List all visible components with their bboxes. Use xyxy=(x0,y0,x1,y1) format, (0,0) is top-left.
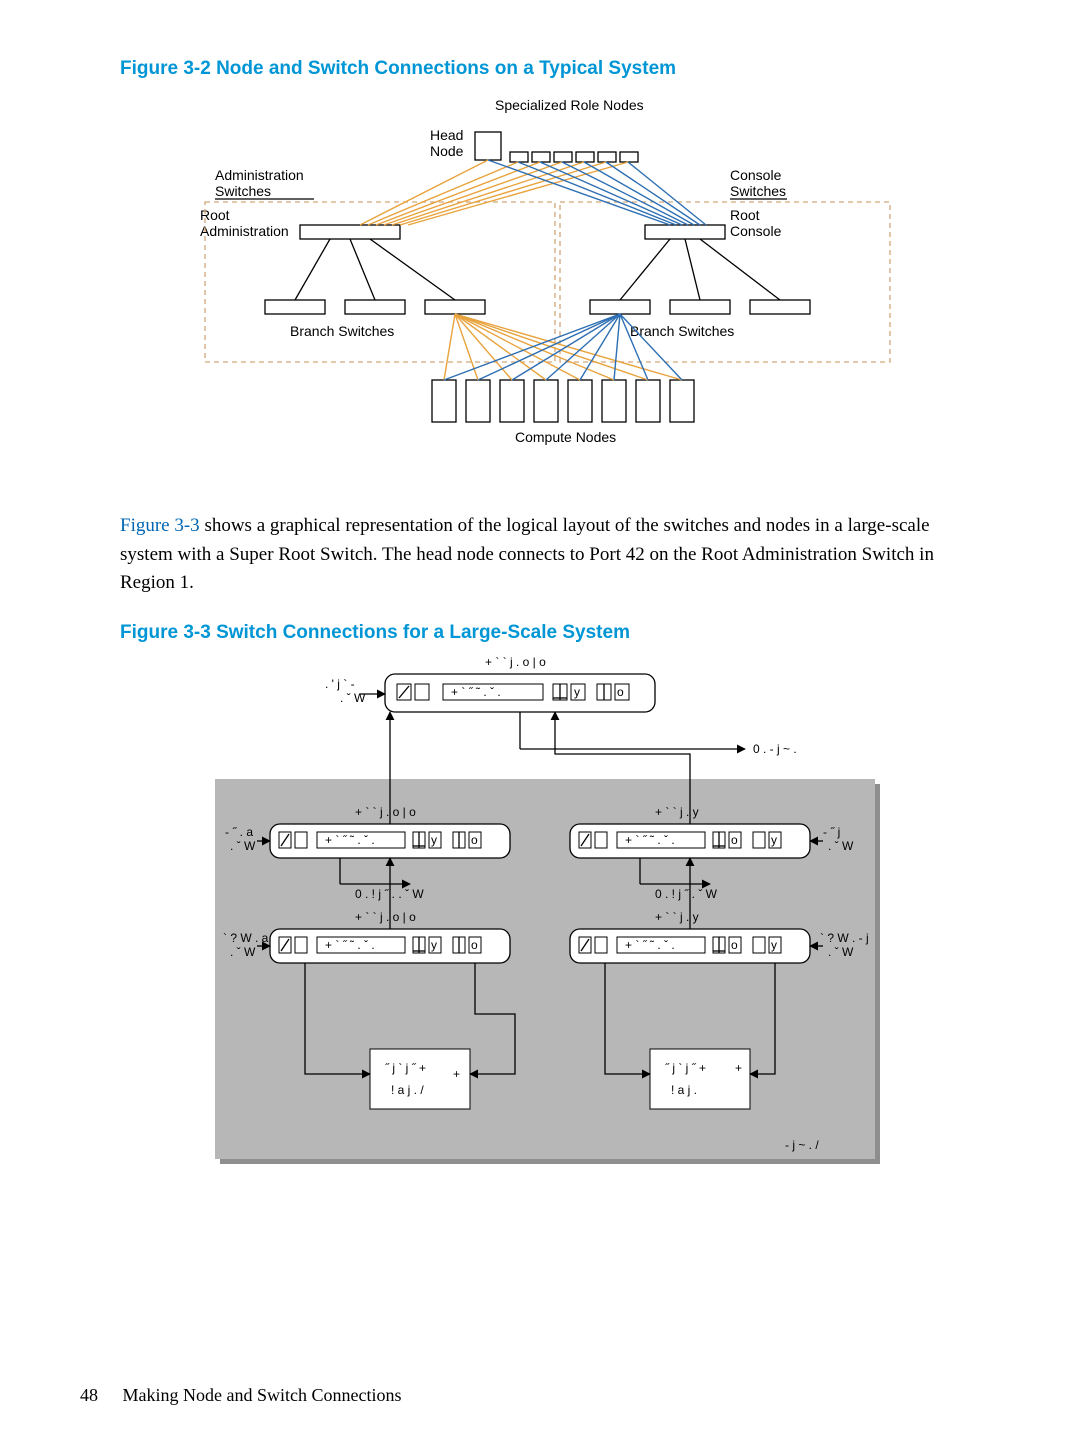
root-console-switch xyxy=(645,225,725,239)
svg-text:0 . ! j ˝ . ˇ W: 0 . ! j ˝ . ˇ W xyxy=(655,887,718,901)
label-admin-switches-2: Switches xyxy=(215,183,271,199)
svg-text:y: y xyxy=(431,833,437,847)
svg-text:+ ` ` j . y: + ` ` j . y xyxy=(655,805,699,819)
label-root-admin-2: Administration xyxy=(200,223,289,239)
svg-text:! a j . /: ! a j . / xyxy=(391,1083,424,1097)
svg-text:y: y xyxy=(771,833,777,847)
body-paragraph-text: shows a graphical representation of the … xyxy=(120,515,934,593)
svg-text:. ˇ W: . ˇ W xyxy=(340,691,366,705)
label-root-console-2: Console xyxy=(730,223,782,239)
svg-text:+ ` ` j . y: + ` ` j . y xyxy=(655,910,699,924)
svg-text:0 . - j ~ .: 0 . - j ~ . xyxy=(753,742,797,756)
svg-text:- j ~ . /: - j ~ . / xyxy=(785,1138,819,1152)
figure-3-3-diagram: .g-outer{fill:#b7b7b7;stroke:none} .g-sh… xyxy=(120,654,960,1184)
label-root-console-1: Root xyxy=(730,207,760,223)
footer-section-title: Making Node and Switch Connections xyxy=(123,1385,402,1405)
svg-text:+ ` ` j . o | o: + ` ` j . o | o xyxy=(485,655,546,669)
svg-text:. ˇ W: . ˇ W xyxy=(828,839,854,853)
label-console-switches-2: Switches xyxy=(730,183,786,199)
svg-text:o: o xyxy=(617,685,624,699)
svg-text:+ ` ` j . o | o: + ` ` j . o | o xyxy=(355,805,416,819)
svg-text:+ ` ˝ ˜ . ˇ .: + ` ˝ ˜ . ˇ . xyxy=(325,938,375,952)
svg-text:` ? W . - j: ` ? W . - j xyxy=(820,931,869,945)
page-number: 48 xyxy=(80,1385,118,1406)
svg-text:- ˝ j: - ˝ j xyxy=(823,825,840,839)
node-group-right xyxy=(650,1049,750,1109)
svg-text:+: + xyxy=(453,1067,460,1081)
svg-text:. ˇ W: . ˇ W xyxy=(230,945,256,959)
body-paragraph: Figure 3-3 shows a graphical representat… xyxy=(120,512,960,598)
label-head: Head xyxy=(430,127,463,143)
svg-text:+ ` ` j . o | o: + ` ` j . o | o xyxy=(355,910,416,924)
label-branch-switches-right: Branch Switches xyxy=(630,323,734,339)
svg-text:˝ j ` j ˝ +: ˝ j ` j ˝ + xyxy=(385,1061,426,1075)
svg-text:+: + xyxy=(735,1061,742,1075)
svg-text:y: y xyxy=(431,938,437,952)
svg-text:+ ` ˝ ˜ . ˇ .: + ` ˝ ˜ . ˇ . xyxy=(625,938,675,952)
svg-text:o: o xyxy=(731,833,738,847)
svg-text:! a j .: ! a j . xyxy=(671,1083,697,1097)
svg-text:- ˝ . a: - ˝ . a xyxy=(225,825,253,839)
svg-text:. ˇ W: . ˇ W xyxy=(828,945,854,959)
label-branch-switches-left: Branch Switches xyxy=(290,323,394,339)
figure-3-2-diagram: .lbl{font-family:Arial,sans-serif;font-s… xyxy=(120,90,960,470)
label-compute-nodes: Compute Nodes xyxy=(515,429,616,445)
svg-text:y: y xyxy=(771,938,777,952)
svg-text:. ˇ W: . ˇ W xyxy=(230,839,256,853)
svg-text:o: o xyxy=(471,833,478,847)
svg-text:o: o xyxy=(731,938,738,952)
svg-text:+ ` ˝ ˜ . ˇ .: + ` ˝ ˜ . ˇ . xyxy=(451,685,501,699)
figure-3-3-title: Figure 3-3 Switch Connections for a Larg… xyxy=(120,622,960,644)
figure-3-2-title: Figure 3-2 Node and Switch Connections o… xyxy=(120,58,960,80)
root-admin-switch xyxy=(300,225,400,239)
label-head-node: Node xyxy=(430,143,464,159)
svg-text:+ ` ˝ ˜ . ˇ .: + ` ˝ ˜ . ˇ . xyxy=(325,833,375,847)
svg-text:. ' j ` -: . ' j ` - xyxy=(325,677,355,691)
svg-text:+ ` ˝ ˜ . ˇ .: + ` ˝ ˜ . ˇ . xyxy=(625,833,675,847)
svg-text:y: y xyxy=(574,685,580,699)
svg-text:˝ j ` j ˝ +: ˝ j ` j ˝ + xyxy=(665,1061,706,1075)
label-console-switches-1: Console xyxy=(730,167,782,183)
page-footer: 48 Making Node and Switch Connections xyxy=(80,1385,401,1406)
svg-text:` ? W . a: ` ? W . a xyxy=(223,931,269,945)
label-specialized-role-nodes: Specialized Role Nodes xyxy=(495,97,644,113)
label-admin-switches-1: Administration xyxy=(215,167,304,183)
svg-text:o: o xyxy=(471,938,478,952)
head-node-box xyxy=(475,132,501,160)
figure-3-3-link[interactable]: Figure 3-3 xyxy=(120,515,200,536)
